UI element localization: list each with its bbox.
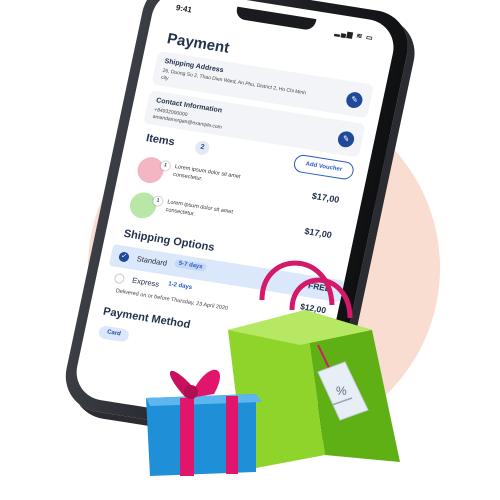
- shopping-illustration: %: [146, 260, 400, 476]
- percent-glyph: %: [336, 384, 347, 398]
